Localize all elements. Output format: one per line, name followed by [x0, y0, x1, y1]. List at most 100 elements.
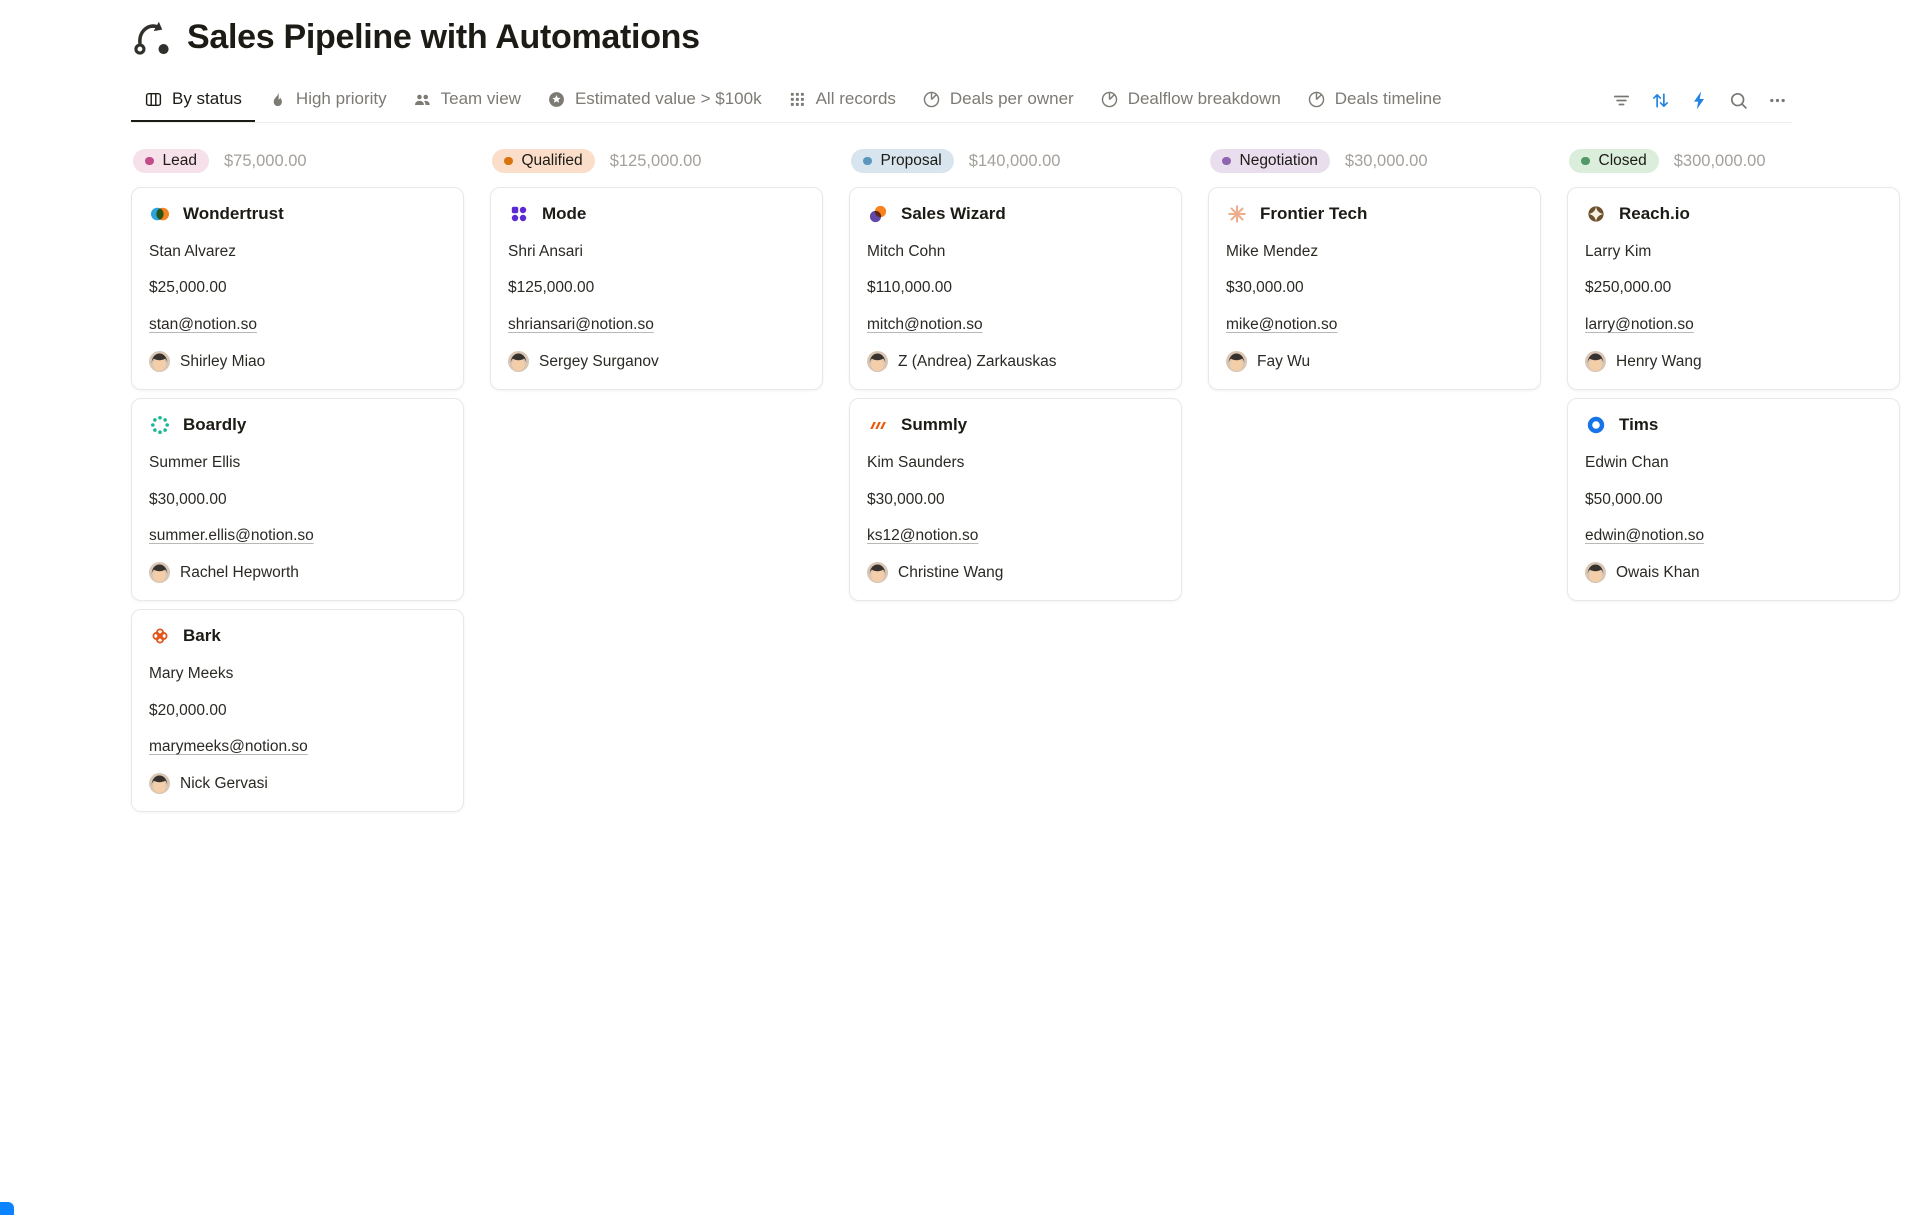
pie-chart-icon	[1100, 90, 1119, 109]
status-dot-icon	[863, 157, 872, 166]
deal-amount: $30,000.00	[149, 490, 446, 509]
tab-label: Estimated value > $100k	[575, 89, 762, 109]
view-tabs: By status High priority Team view Estima…	[131, 78, 1455, 122]
email-link[interactable]: mike@notion.so	[1226, 316, 1337, 333]
card-title-row: Frontier Tech	[1226, 203, 1523, 225]
card-title-row: Sales Wizard	[867, 203, 1164, 225]
fay-wu-avatar	[1226, 351, 1247, 372]
owner-name: Sergey Surganov	[539, 352, 659, 371]
company-name: Reach.io	[1619, 204, 1690, 224]
bark-logo	[149, 625, 171, 647]
tab-team-view[interactable]: Team view	[400, 78, 534, 122]
help-widget[interactable]	[0, 1202, 14, 1215]
more-icon[interactable]	[1762, 85, 1792, 115]
status-label: Negotiation	[1240, 152, 1318, 170]
tab-deals-timeline[interactable]: Deals timeline	[1294, 78, 1455, 122]
board-icon	[144, 90, 163, 109]
view-tabbar: By status High priority Team view Estima…	[131, 78, 1792, 123]
status-label: Closed	[1599, 152, 1647, 170]
owner-name: Nick Gervasi	[180, 774, 268, 793]
column-header: Closed $300,000.00	[1567, 149, 1900, 173]
deal-card-frontier-tech[interactable]: Frontier Tech Mike Mendez $30,000.00 mik…	[1208, 187, 1541, 390]
contact-name: Mike Mendez	[1226, 242, 1523, 261]
tab-high-priority[interactable]: High priority	[255, 78, 400, 122]
company-name: Wondertrust	[183, 204, 284, 224]
column-total: $140,000.00	[969, 152, 1061, 171]
column-total: $125,000.00	[610, 152, 702, 171]
column-header: Lead $75,000.00	[131, 149, 464, 173]
column-header: Proposal $140,000.00	[849, 149, 1182, 173]
deal-card-bark[interactable]: Bark Mary Meeks $20,000.00 marymeeks@not…	[131, 609, 464, 812]
email-link[interactable]: marymeeks@notion.so	[149, 738, 308, 755]
company-name: Boardly	[183, 415, 246, 435]
tab-dealflow-breakdown[interactable]: Dealflow breakdown	[1087, 78, 1294, 122]
filter-icon[interactable]	[1606, 85, 1636, 115]
status-pill[interactable]: Negotiation	[1210, 149, 1330, 173]
frontier-tech-logo	[1226, 203, 1248, 225]
status-label: Qualified	[522, 152, 583, 170]
deal-card-wondertrust[interactable]: Wondertrust Stan Alvarez $25,000.00 stan…	[131, 187, 464, 390]
kanban-board: Lead $75,000.00 Wondertrust Stan Alvarez…	[131, 149, 1920, 812]
deal-amount: $125,000.00	[508, 278, 805, 297]
automation-icon[interactable]	[131, 16, 173, 58]
column-cards: Reach.io Larry Kim $250,000.00 larry@not…	[1567, 187, 1900, 601]
card-title-row: Mode	[508, 203, 805, 225]
status-pill[interactable]: Qualified	[492, 149, 595, 173]
card-title-row: Reach.io	[1585, 203, 1882, 225]
company-name: Frontier Tech	[1260, 204, 1367, 224]
search-icon[interactable]	[1723, 85, 1753, 115]
owner-row: Christine Wang	[867, 562, 1164, 583]
lightning-icon[interactable]	[1684, 85, 1714, 115]
pie-chart-icon	[922, 90, 941, 109]
deal-card-mode[interactable]: Mode Shri Ansari $125,000.00 shriansari@…	[490, 187, 823, 390]
status-label: Lead	[163, 152, 197, 170]
deal-card-tims[interactable]: Tims Edwin Chan $50,000.00 edwin@notion.…	[1567, 398, 1900, 601]
henry-wang-avatar	[1585, 351, 1606, 372]
contact-name: Larry Kim	[1585, 242, 1882, 261]
tab-deals-per-owner[interactable]: Deals per owner	[909, 78, 1087, 122]
tab-by-status[interactable]: By status	[131, 78, 255, 122]
deal-amount: $250,000.00	[1585, 278, 1882, 297]
email-link[interactable]: mitch@notion.so	[867, 316, 983, 333]
status-pill[interactable]: Proposal	[851, 149, 954, 173]
contact-name: Summer Ellis	[149, 453, 446, 472]
tab-label: High priority	[296, 89, 387, 109]
email-link[interactable]: shriansari@notion.so	[508, 316, 654, 333]
column-cards: Wondertrust Stan Alvarez $25,000.00 stan…	[131, 187, 464, 812]
tab-label: All records	[816, 89, 896, 109]
email-link[interactable]: edwin@notion.so	[1585, 527, 1704, 544]
tab-estimated-value-100k[interactable]: Estimated value > $100k	[534, 78, 775, 122]
sales-wizard-logo	[867, 203, 889, 225]
owner-row: Nick Gervasi	[149, 773, 446, 794]
z-andrea-zarkauskas-avatar	[867, 351, 888, 372]
email-link[interactable]: ks12@notion.so	[867, 527, 978, 544]
owner-name: Shirley Miao	[180, 352, 265, 371]
company-name: Bark	[183, 626, 221, 646]
company-name: Mode	[542, 204, 586, 224]
status-pill[interactable]: Closed	[1569, 149, 1659, 173]
deal-amount: $20,000.00	[149, 701, 446, 720]
email-link[interactable]: summer.ellis@notion.so	[149, 527, 314, 544]
deal-card-sales-wizard[interactable]: Sales Wizard Mitch Cohn $110,000.00 mitc…	[849, 187, 1182, 390]
deal-card-summly[interactable]: Summly Kim Saunders $30,000.00 ks12@noti…	[849, 398, 1182, 601]
email-link[interactable]: stan@notion.so	[149, 316, 257, 333]
tab-label: Dealflow breakdown	[1128, 89, 1281, 109]
owner-row: Owais Khan	[1585, 562, 1882, 583]
column-header: Qualified $125,000.00	[490, 149, 823, 173]
board-column-proposal: Proposal $140,000.00 Sales Wizard Mitch …	[849, 149, 1182, 601]
sort-icon[interactable]	[1645, 85, 1675, 115]
column-total: $300,000.00	[1674, 152, 1766, 171]
status-pill[interactable]: Lead	[133, 149, 209, 173]
tab-all-records[interactable]: All records	[775, 78, 909, 122]
card-title-row: Wondertrust	[149, 203, 446, 225]
email-link[interactable]: larry@notion.so	[1585, 316, 1694, 333]
board-column-lead: Lead $75,000.00 Wondertrust Stan Alvarez…	[131, 149, 464, 812]
page-title[interactable]: Sales Pipeline with Automations	[187, 18, 700, 57]
card-title-row: Tims	[1585, 414, 1882, 436]
deal-card-reach-io[interactable]: Reach.io Larry Kim $250,000.00 larry@not…	[1567, 187, 1900, 390]
wondertrust-logo	[149, 203, 171, 225]
nick-gervasi-avatar	[149, 773, 170, 794]
contact-name: Kim Saunders	[867, 453, 1164, 472]
deal-card-boardly[interactable]: Boardly Summer Ellis $30,000.00 summer.e…	[131, 398, 464, 601]
contact-name: Mary Meeks	[149, 664, 446, 683]
